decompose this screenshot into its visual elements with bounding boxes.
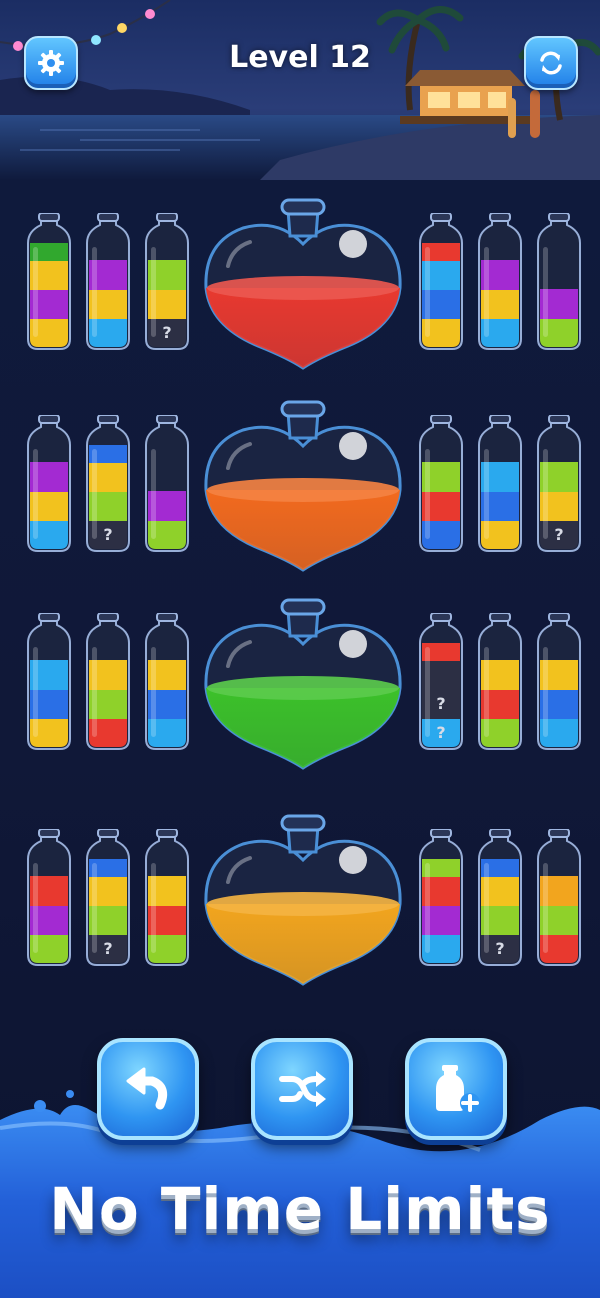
heart-flask-3[interactable] <box>198 596 408 776</box>
bottle-r2-r2[interactable] <box>475 414 525 553</box>
bottle-r2-l2[interactable]: ? <box>83 414 133 553</box>
mystery-mark: ? <box>554 525 563 544</box>
heart-flask-art <box>204 814 402 986</box>
bottle-art <box>537 212 581 350</box>
heart-flask-4[interactable] <box>198 812 408 992</box>
bottle-r3-l3[interactable] <box>142 612 192 751</box>
heart-liquid <box>205 288 401 368</box>
bottle-r4-l2[interactable]: ? <box>83 828 133 967</box>
tagline: No Time Limits <box>49 1175 551 1243</box>
bottle-art <box>478 414 522 552</box>
heart-liquid <box>205 904 401 984</box>
bottle-r4-r1[interactable] <box>416 828 466 967</box>
bottle-art <box>419 828 463 966</box>
bottle-art <box>27 212 71 350</box>
heart-flask-1[interactable] <box>198 196 408 376</box>
bottle-art: ? <box>145 212 189 350</box>
bottle-art: ?? <box>419 612 463 750</box>
bottle-r2-r1[interactable] <box>416 414 466 553</box>
mystery-mark: ? <box>436 694 445 713</box>
heart-flask-2[interactable] <box>198 398 408 578</box>
bottle-r1-l1[interactable] <box>24 212 74 351</box>
mystery-mark: ? <box>103 525 112 544</box>
heart-flask-art <box>204 198 402 370</box>
bottle-r3-l1[interactable] <box>24 612 74 751</box>
add-bottle-button[interactable] <box>405 1038 507 1140</box>
restart-button[interactable] <box>524 36 578 90</box>
bottle-art: ? <box>86 414 130 552</box>
shuffle-icon <box>279 1071 326 1107</box>
bottle-art <box>27 612 71 750</box>
bottle-art <box>145 828 189 966</box>
bottle-r3-r3[interactable] <box>534 612 584 751</box>
undo-icon <box>126 1067 168 1110</box>
mystery-mark: ? <box>162 323 171 342</box>
bottle-art: ? <box>86 828 130 966</box>
bottle-art <box>478 612 522 750</box>
night-beach-scene <box>0 0 600 180</box>
bottle-r3-l2[interactable] <box>83 612 133 751</box>
bottle-art <box>419 414 463 552</box>
bottle-art <box>145 612 189 750</box>
bottle-art <box>27 828 71 966</box>
bottle-r1-r2[interactable] <box>475 212 525 351</box>
bottle-r1-l3[interactable]: ? <box>142 212 192 351</box>
bottle-r3-r2[interactable] <box>475 612 525 751</box>
bottle-r4-r3[interactable] <box>534 828 584 967</box>
restart-icon <box>540 51 562 75</box>
bottle-art: ? <box>478 828 522 966</box>
heart-flask-art <box>204 598 402 770</box>
bottle-art <box>145 414 189 552</box>
bottle-art <box>478 212 522 350</box>
scene-art <box>0 0 600 180</box>
shuffle-button[interactable] <box>251 1038 353 1140</box>
bottle-r2-l3[interactable] <box>142 414 192 553</box>
add-bottle-icon <box>436 1065 480 1113</box>
bottle-art <box>419 212 463 350</box>
heart-liquid <box>205 688 401 768</box>
bottle-r1-r1[interactable] <box>416 212 466 351</box>
bottle-art <box>537 612 581 750</box>
bottle-r1-l2[interactable] <box>83 212 133 351</box>
level-title: Level 12 <box>229 40 371 75</box>
bottle-r2-l1[interactable] <box>24 414 74 553</box>
bottle-art <box>86 212 130 350</box>
bottle-r4-l1[interactable] <box>24 828 74 967</box>
bottle-r3-r1[interactable]: ?? <box>416 612 466 751</box>
bottle-art: ? <box>537 414 581 552</box>
mystery-mark: ? <box>103 939 112 958</box>
bottle-art <box>86 612 130 750</box>
bottle-r4-l3[interactable] <box>142 828 192 967</box>
undo-button[interactable] <box>97 1038 199 1140</box>
heart-liquid <box>205 490 401 570</box>
mystery-mark: ? <box>495 939 504 958</box>
bottle-r2-r3[interactable]: ? <box>534 414 584 553</box>
bottle-art <box>27 414 71 552</box>
bottle-r4-r2[interactable]: ? <box>475 828 525 967</box>
heart-flask-art <box>204 400 402 572</box>
bottle-r1-r3[interactable] <box>534 212 584 351</box>
bottle-art <box>537 828 581 966</box>
mystery-mark: ? <box>436 723 445 742</box>
